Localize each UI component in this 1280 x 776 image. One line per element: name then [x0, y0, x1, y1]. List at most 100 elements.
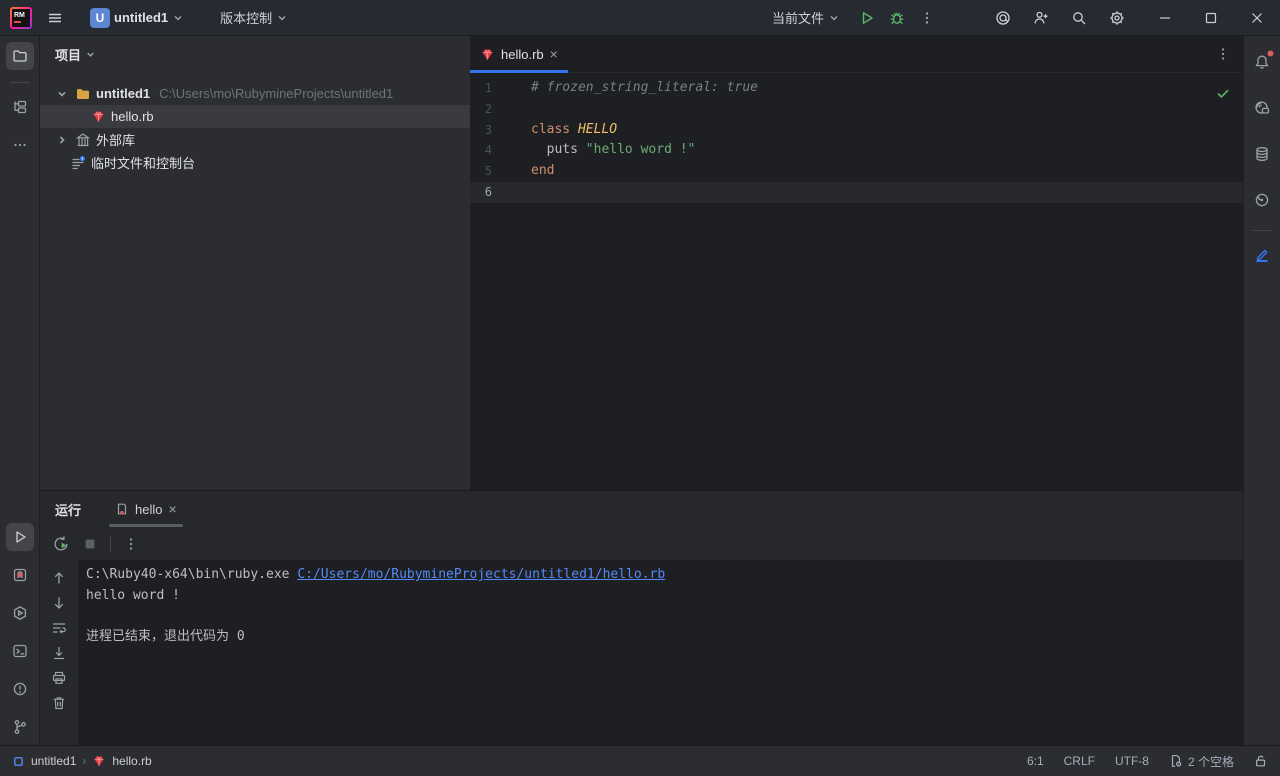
window-close-button[interactable]: [1234, 0, 1280, 36]
code-line-4[interactable]: 4 puts "hello word !": [470, 140, 1243, 161]
tool-window-services-button[interactable]: [6, 599, 34, 627]
code-line-text[interactable]: end: [492, 161, 554, 182]
code-line-1[interactable]: 1# frozen_string_literal: true: [470, 78, 1243, 99]
line-number[interactable]: 3: [470, 120, 492, 141]
ruby-file-icon: [480, 47, 495, 62]
editor-tab-bar: hello.rb ×: [470, 36, 1243, 73]
console-output[interactable]: C:\Ruby40-x64\bin\ruby.exe C:/Users/mo/R…: [78, 560, 1243, 745]
tab-list-options-button[interactable]: [1215, 46, 1231, 62]
line-number[interactable]: 4: [470, 140, 492, 161]
tool-window-gems-button[interactable]: [6, 561, 34, 589]
code-line-3[interactable]: 3class HELLO: [470, 120, 1243, 141]
editor-tab-hello-rb[interactable]: hello.rb ×: [470, 36, 568, 72]
settings-button[interactable]: [1102, 4, 1132, 32]
encoding-widget[interactable]: UTF-8: [1115, 754, 1149, 768]
line-ending-widget[interactable]: CRLF: [1064, 754, 1095, 768]
notifications-button[interactable]: [1248, 48, 1276, 76]
tree-item-path: C:\Users\mo\RubymineProjects\untitled1: [159, 86, 393, 101]
app-menu-button[interactable]: RM: [8, 5, 34, 31]
stop-button[interactable]: [82, 536, 98, 552]
line-number[interactable]: 6: [470, 182, 492, 203]
tool-window-vcs-button[interactable]: [6, 713, 34, 741]
tool-window-run-button[interactable]: [6, 523, 34, 551]
code-line-text[interactable]: puts "hello word !": [492, 140, 695, 161]
tool-window-terminal-button[interactable]: [6, 637, 34, 665]
code-line-5[interactable]: 5end: [470, 161, 1243, 182]
readonly-lock-widget[interactable]: [1254, 754, 1268, 768]
line-number[interactable]: 2: [470, 99, 492, 120]
code-editor[interactable]: 1# frozen_string_literal: true23class HE…: [470, 73, 1243, 203]
tree-row-hello-rb[interactable]: hello.rb: [40, 105, 470, 128]
project-panel-title[interactable]: 项目: [55, 45, 81, 64]
code-line-text[interactable]: # frozen_string_literal: true: [492, 78, 758, 99]
run-toolbar: [40, 527, 1243, 560]
jump-to-next-button[interactable]: [51, 595, 67, 611]
right-tool-stripe: [1243, 36, 1280, 745]
more-tool-windows-button[interactable]: [6, 131, 34, 159]
more-actions-button[interactable]: [912, 4, 942, 32]
run-panel-options-button[interactable]: [123, 536, 139, 552]
search-everywhere-button[interactable]: [1064, 4, 1094, 32]
tool-window-structure-button[interactable]: [6, 93, 34, 121]
line-number[interactable]: 1: [470, 78, 492, 99]
run-panel-header: 运行 hello ×: [40, 491, 1243, 527]
console-line-4: 进程已结束，退出代码为 0: [86, 627, 1243, 648]
tool-window-edit-button[interactable]: [1248, 241, 1276, 269]
clear-console-button[interactable]: [51, 695, 67, 711]
tree-row--[interactable]: 临时文件和控制台: [40, 151, 470, 174]
line-number[interactable]: 5: [470, 161, 492, 182]
status-bar: untitled1 › hello.rb 6:1 CRLF UTF-8 2 个空…: [0, 745, 1280, 776]
inspections-ok-check-icon[interactable]: [1215, 85, 1231, 101]
rerun-button[interactable]: [52, 535, 70, 553]
window-maximize-button[interactable]: [1188, 0, 1234, 36]
tree-item-label: 临时文件和控制台: [91, 153, 195, 172]
search-icon: [1071, 10, 1087, 26]
console-line-3: [86, 607, 1243, 628]
vcs-widget[interactable]: 版本控制: [214, 4, 294, 31]
caret-position-widget[interactable]: 6:1: [1027, 754, 1044, 768]
breadcrumb-separator: ›: [82, 754, 86, 768]
soft-wrap-button[interactable]: [51, 620, 67, 636]
project-avatar: U: [90, 8, 110, 28]
tool-window-learn-button[interactable]: [1248, 94, 1276, 122]
console-gutter-toolbar: [40, 560, 78, 745]
scroll-to-end-button[interactable]: [51, 645, 67, 661]
soft-wrap-icon: [51, 620, 67, 636]
at-spiral-icon: [995, 10, 1011, 26]
indent-widget[interactable]: 2 个空格: [1169, 753, 1234, 770]
code-line-6[interactable]: 6: [470, 182, 1243, 203]
code-with-me-button[interactable]: [1026, 4, 1056, 32]
tree-row-untitled1[interactable]: untitled1C:\Users\mo\RubymineProjects\un…: [40, 82, 470, 105]
tool-window-problems-button[interactable]: [6, 675, 34, 703]
tool-window-endpoints-button[interactable]: [1248, 186, 1276, 214]
statusbar-project[interactable]: untitled1: [31, 754, 76, 768]
structure-icon: [12, 99, 28, 115]
run-button[interactable]: [852, 4, 882, 32]
run-panel-title[interactable]: 运行: [55, 500, 81, 519]
tree-row--[interactable]: 外部库: [40, 128, 470, 151]
debug-button[interactable]: [882, 4, 912, 32]
window-minimize-button[interactable]: [1142, 0, 1188, 36]
code-line-text[interactable]: class HELLO: [492, 120, 617, 141]
run-configuration-selector[interactable]: 当前文件: [766, 4, 846, 31]
console-file-link[interactable]: C:/Users/mo/RubymineProjects/untitled1/h…: [297, 567, 665, 582]
project-widget[interactable]: U untitled1: [84, 4, 190, 32]
statusbar-file[interactable]: hello.rb: [112, 754, 151, 768]
jump-to-previous-button[interactable]: [51, 570, 67, 586]
stop-square-icon: [82, 536, 98, 552]
chevron-right-icon[interactable]: [54, 132, 70, 148]
run-tab-hello[interactable]: hello ×: [107, 491, 185, 527]
tool-window-project-button[interactable]: [6, 42, 34, 70]
tab-close-icon[interactable]: ×: [550, 47, 558, 61]
left-tool-stripe: [0, 36, 40, 745]
ruby-file-icon: [90, 109, 106, 125]
tab-close-icon[interactable]: ×: [168, 502, 176, 516]
code-line-2[interactable]: 2: [470, 99, 1243, 120]
print-button[interactable]: [51, 670, 67, 686]
chevron-down-icon[interactable]: [54, 86, 70, 102]
ai-assistant-button[interactable]: [988, 4, 1018, 32]
tool-window-database-button[interactable]: [1248, 140, 1276, 168]
rerun-icon: [52, 535, 70, 553]
main-menu-hamburger-icon[interactable]: [40, 4, 70, 32]
blue-pencil-icon: [1254, 247, 1270, 263]
